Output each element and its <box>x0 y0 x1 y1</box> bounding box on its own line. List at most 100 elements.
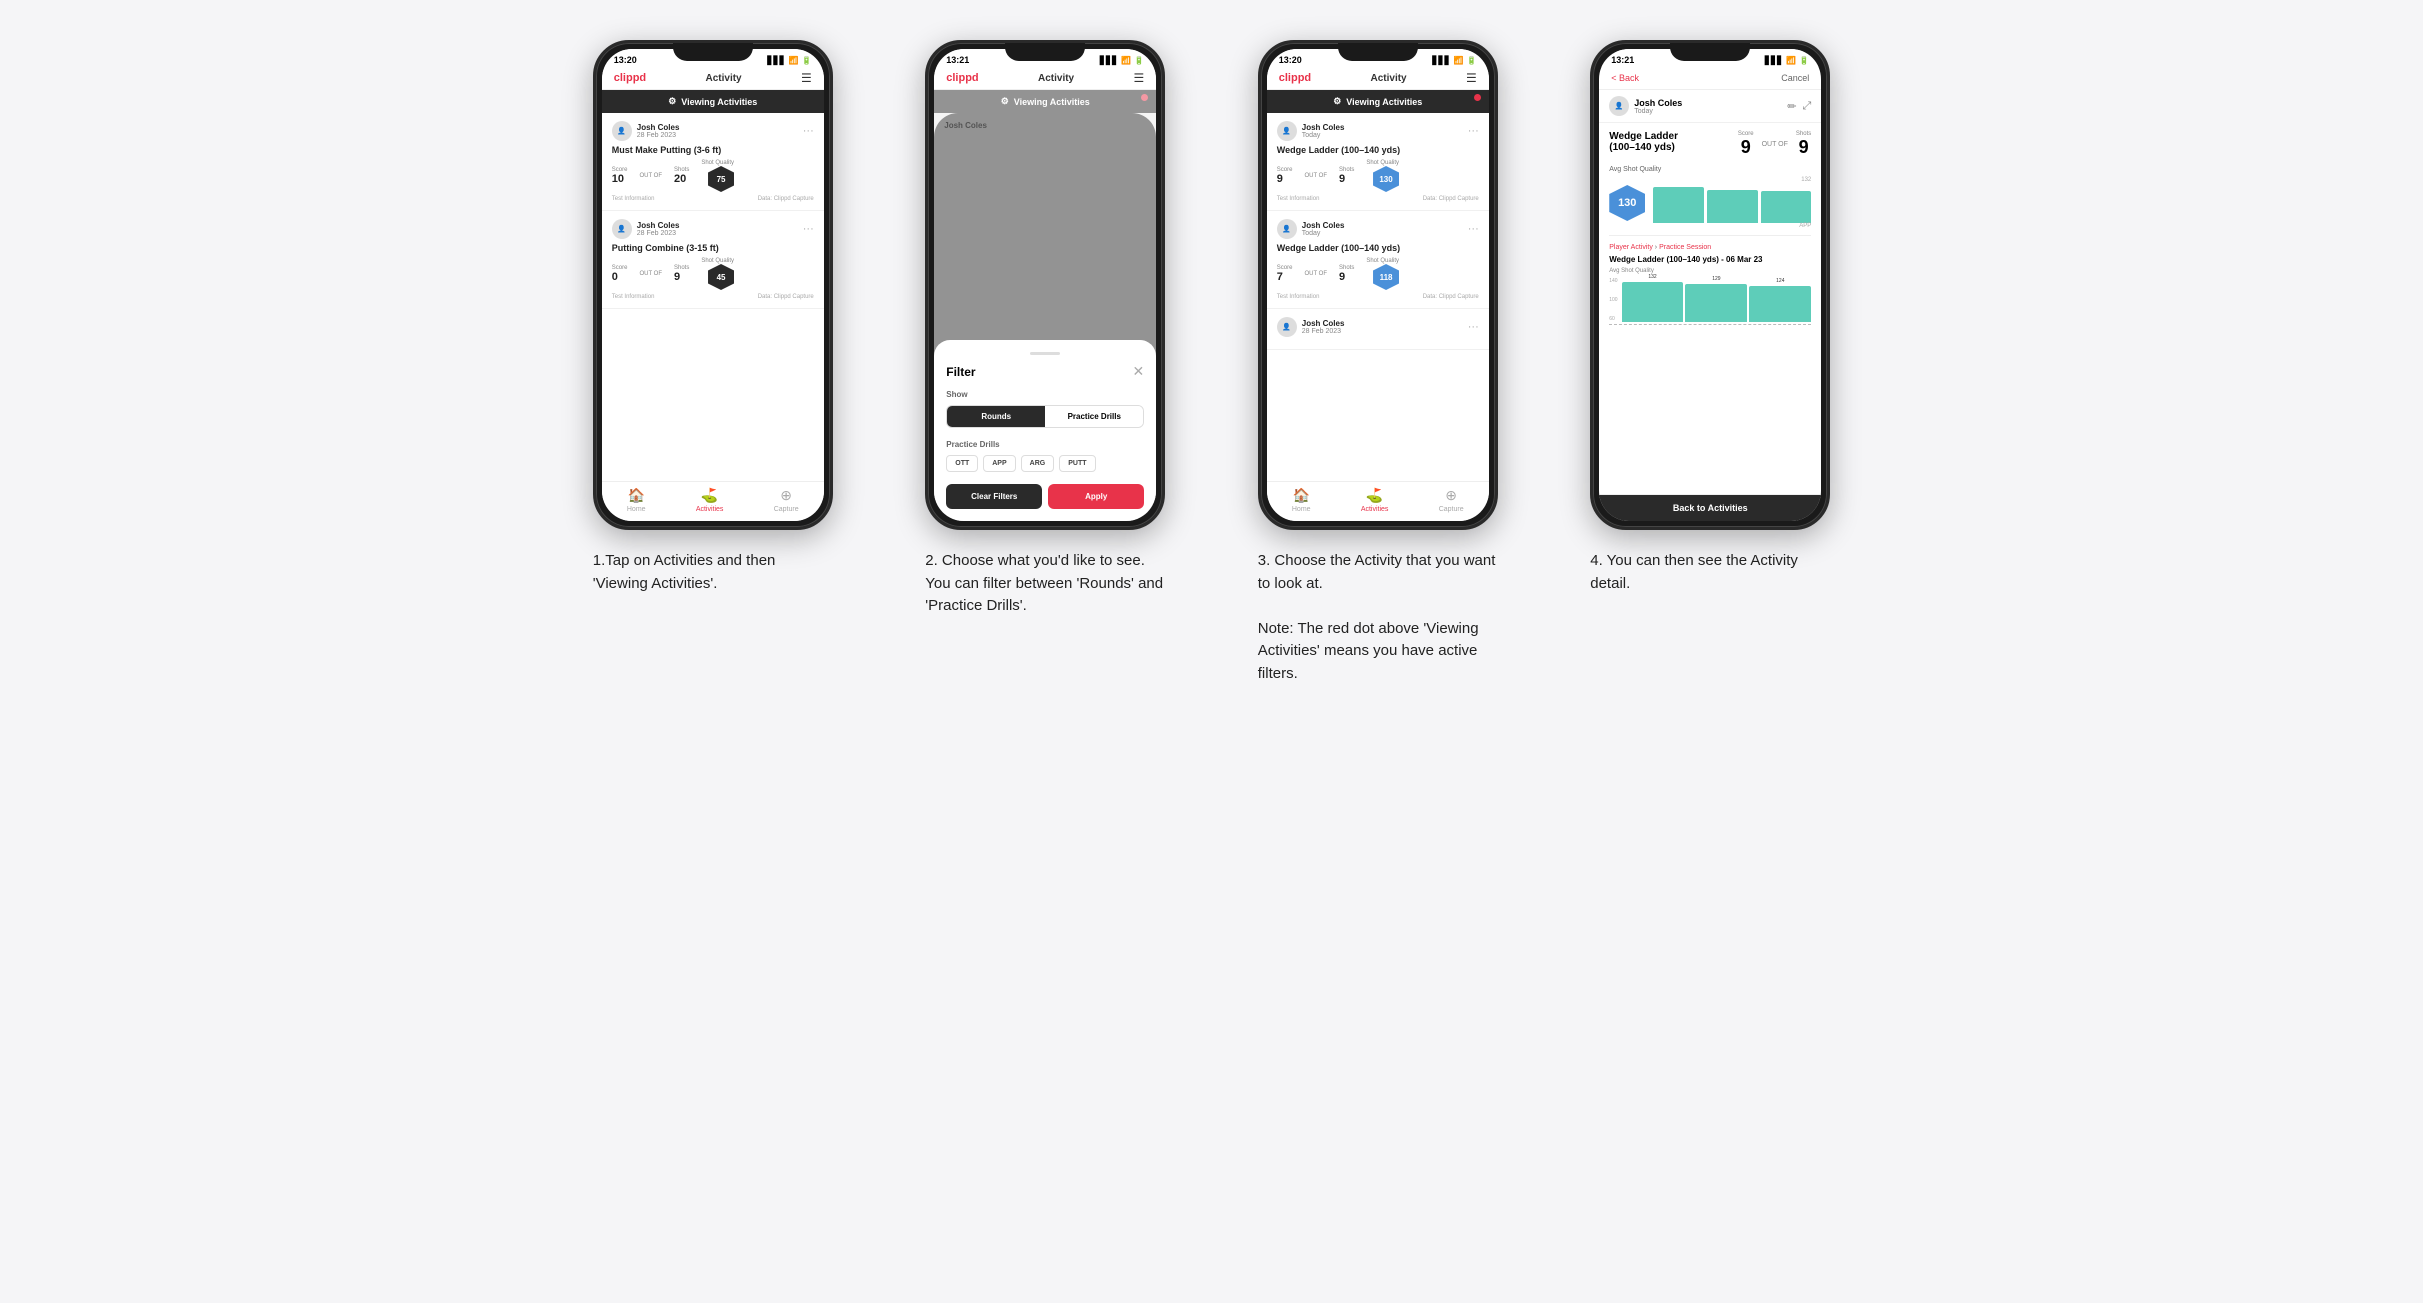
nav-bar-1: clippd Activity ☰ <box>602 67 824 90</box>
toggle-drills-2[interactable]: Practice Drills <box>1045 406 1143 427</box>
filter-sheet-2: Filter ✕ Show Rounds Practice Drills Pra… <box>934 340 1156 521</box>
step-1-col: 13:20 ▋▋▋ 📶 🔋 clippd Activity ☰ ⚙ Vi <box>562 40 865 685</box>
chart-bars-4 <box>1653 185 1811 223</box>
apply-btn-2[interactable]: Apply <box>1048 484 1144 509</box>
detail-drill-name-4: Wedge Ladder(100–140 yds) <box>1609 131 1738 153</box>
avg-sq-label-4: Avg Shot Quality <box>1609 166 1811 173</box>
more-icon-3-2[interactable]: ··· <box>1468 223 1479 235</box>
back-btn-4[interactable]: < Back <box>1611 73 1639 83</box>
tab-bar-1: 🏠 Home ⛳ Activities ⊕ Capture <box>602 481 824 521</box>
home-icon-3: 🏠 <box>1293 487 1310 504</box>
tab-capture-label-1: Capture <box>774 506 799 513</box>
outof-1-2: OUT OF <box>639 271 662 277</box>
user-date-1-2: 28 Feb 2023 <box>637 230 680 237</box>
more-icon-1-2[interactable]: ··· <box>803 223 814 235</box>
chart-x-label-4: APP <box>1653 223 1811 229</box>
tab-home-1[interactable]: 🏠 Home <box>627 487 646 513</box>
user-info-3-3: 👤 Josh Coles 28 Feb 2023 <box>1277 317 1345 337</box>
filter-close-2[interactable]: ✕ <box>1133 363 1145 380</box>
activities-icon-3: ⛳ <box>1366 487 1383 504</box>
sq-block-1-1: Shot Quality 75 <box>701 160 734 192</box>
nav-bar-3: clippd Activity ☰ <box>1267 67 1489 90</box>
session-section-4: Player Activity › Practice Session Wedge… <box>1609 235 1811 325</box>
back-to-activities-4[interactable]: Back to Activities <box>1599 494 1821 521</box>
home-icon-1: 🏠 <box>628 487 645 504</box>
user-info-3-2: 👤 Josh Coles Today <box>1277 219 1345 239</box>
status-time-4: 13:21 <box>1611 55 1634 65</box>
logo-3: clippd <box>1279 72 1311 84</box>
clear-filters-btn-2[interactable]: Clear Filters <box>946 484 1042 509</box>
tag-ott-2[interactable]: OTT <box>946 455 978 472</box>
filter-icon-3: ⚙ <box>1333 96 1341 107</box>
more-icon-1-1[interactable]: ··· <box>803 125 814 137</box>
card-footer-3-2: Test Information Data: Clippd Capture <box>1277 294 1479 300</box>
user-name-1-1: Josh Coles <box>637 123 680 132</box>
activity-card-1-1[interactable]: 👤 Josh Coles 28 Feb 2023 ··· Must Make P… <box>602 113 824 211</box>
tag-app-2[interactable]: APP <box>983 455 1015 472</box>
viewing-banner-3[interactable]: ⚙ Viewing Activities <box>1267 90 1489 113</box>
red-dot-2 <box>1141 94 1148 101</box>
page-container: 13:20 ▋▋▋ 📶 🔋 clippd Activity ☰ ⚙ Vi <box>562 40 1862 685</box>
red-dot-3 <box>1474 94 1481 101</box>
more-icon-3-3[interactable]: ··· <box>1468 321 1479 333</box>
sq-label-1-1: Shot Quality <box>701 160 734 166</box>
menu-icon-2[interactable]: ☰ <box>1133 71 1144 85</box>
sq-block-3-1: Shot Quality 130 <box>1366 160 1399 192</box>
detail-user-row-4: 👤 Josh Coles Today ✏ ⤢ <box>1599 90 1821 123</box>
detail-user-info-4: 👤 Josh Coles Today <box>1609 96 1682 116</box>
logo-1: clippd <box>614 72 646 84</box>
tab-capture-1[interactable]: ⊕ Capture <box>774 487 799 513</box>
detail-shots-val-4: 9 <box>1796 137 1811 158</box>
phone-notch-4 <box>1670 43 1750 61</box>
filter-handle-2 <box>1030 352 1060 355</box>
menu-icon-1[interactable]: ☰ <box>801 71 812 85</box>
filter-icon-1: ⚙ <box>668 96 676 107</box>
tab-home-label-3: Home <box>1292 506 1311 513</box>
menu-icon-3[interactable]: ☰ <box>1466 71 1477 85</box>
user-name-1-2: Josh Coles <box>637 221 680 230</box>
card-title-3-2: Wedge Ladder (100–140 yds) <box>1277 243 1479 253</box>
avatar-3-2: 👤 <box>1277 219 1297 239</box>
session-chart-4: 140 100 60 132 129 124 <box>1609 278 1811 322</box>
activity-card-3-2[interactable]: 👤 Josh Coles Today ··· Wedge Ladder (100… <box>1267 211 1489 309</box>
user-text-1-2: Josh Coles 28 Feb 2023 <box>637 221 680 237</box>
tab-activities-label-3: Activities <box>1361 506 1389 513</box>
detail-shots-col-4: Shots 9 <box>1796 131 1811 158</box>
user-info-1-2: 👤 Josh Coles 28 Feb 2023 <box>612 219 680 239</box>
drills-label-2: Practice Drills <box>946 440 1144 449</box>
more-icon-3-1[interactable]: ··· <box>1468 125 1479 137</box>
user-name-3-2: Josh Coles <box>1302 221 1345 230</box>
outof-3-2: OUT OF <box>1304 271 1327 277</box>
tab-activities-3[interactable]: ⛳ Activities <box>1361 487 1389 513</box>
chart-area-4: 132 APP <box>1653 177 1811 229</box>
tag-putt-2[interactable]: PUTT <box>1059 455 1095 472</box>
activity-card-3-3[interactable]: 👤 Josh Coles 28 Feb 2023 ··· <box>1267 309 1489 350</box>
user-date-3-1: Today <box>1302 132 1345 139</box>
stats-row-1-1: Score 10 OUT OF Shots 20 Shot Quality <box>612 160 814 192</box>
edit-icon-4[interactable]: ✏ <box>1787 100 1796 113</box>
expand-icon-4[interactable]: ⤢ <box>1802 100 1811 113</box>
tab-activities-1[interactable]: ⛳ Activities <box>696 487 724 513</box>
tag-arg-2[interactable]: ARG <box>1021 455 1055 472</box>
stats-row-3-1: Score 9 OUT OF Shots 9 Shot Quality <box>1277 160 1479 192</box>
viewing-banner-1[interactable]: ⚙ Viewing Activities <box>602 90 824 113</box>
tab-home-label-1: Home <box>627 506 646 513</box>
cancel-btn-4[interactable]: Cancel <box>1781 73 1809 83</box>
scroll-content-3: 👤 Josh Coles Today ··· Wedge Ladder (100… <box>1267 113 1489 481</box>
status-icons-2: ▋▋▋ 📶 🔋 <box>1100 56 1144 65</box>
avatar-1-2: 👤 <box>612 219 632 239</box>
sq-block-1-2: Shot Quality 45 <box>701 258 734 290</box>
tab-capture-3[interactable]: ⊕ Capture <box>1439 487 1464 513</box>
detail-outof-4: OUT OF <box>1762 141 1788 148</box>
activity-card-1-2[interactable]: 👤 Josh Coles 28 Feb 2023 ··· Putting Com… <box>602 211 824 309</box>
activity-card-3-1[interactable]: 👤 Josh Coles Today ··· Wedge Ladder (100… <box>1267 113 1489 211</box>
card-header-1-1: 👤 Josh Coles 28 Feb 2023 ··· <box>612 121 814 141</box>
score-block-1-2: Score 0 <box>612 265 628 283</box>
score-value-1-1: 10 <box>612 173 628 185</box>
sq-hex-large-4: 130 <box>1609 185 1645 221</box>
shots-value-1-1: 20 <box>674 173 689 185</box>
phone-2: 13:21 ▋▋▋ 📶 🔋 clippd Activity ☰ ⚙ Vi <box>925 40 1165 530</box>
toggle-rounds-2[interactable]: Rounds <box>947 406 1045 427</box>
s-bar-1: 132 <box>1622 282 1684 322</box>
tab-home-3[interactable]: 🏠 Home <box>1292 487 1311 513</box>
